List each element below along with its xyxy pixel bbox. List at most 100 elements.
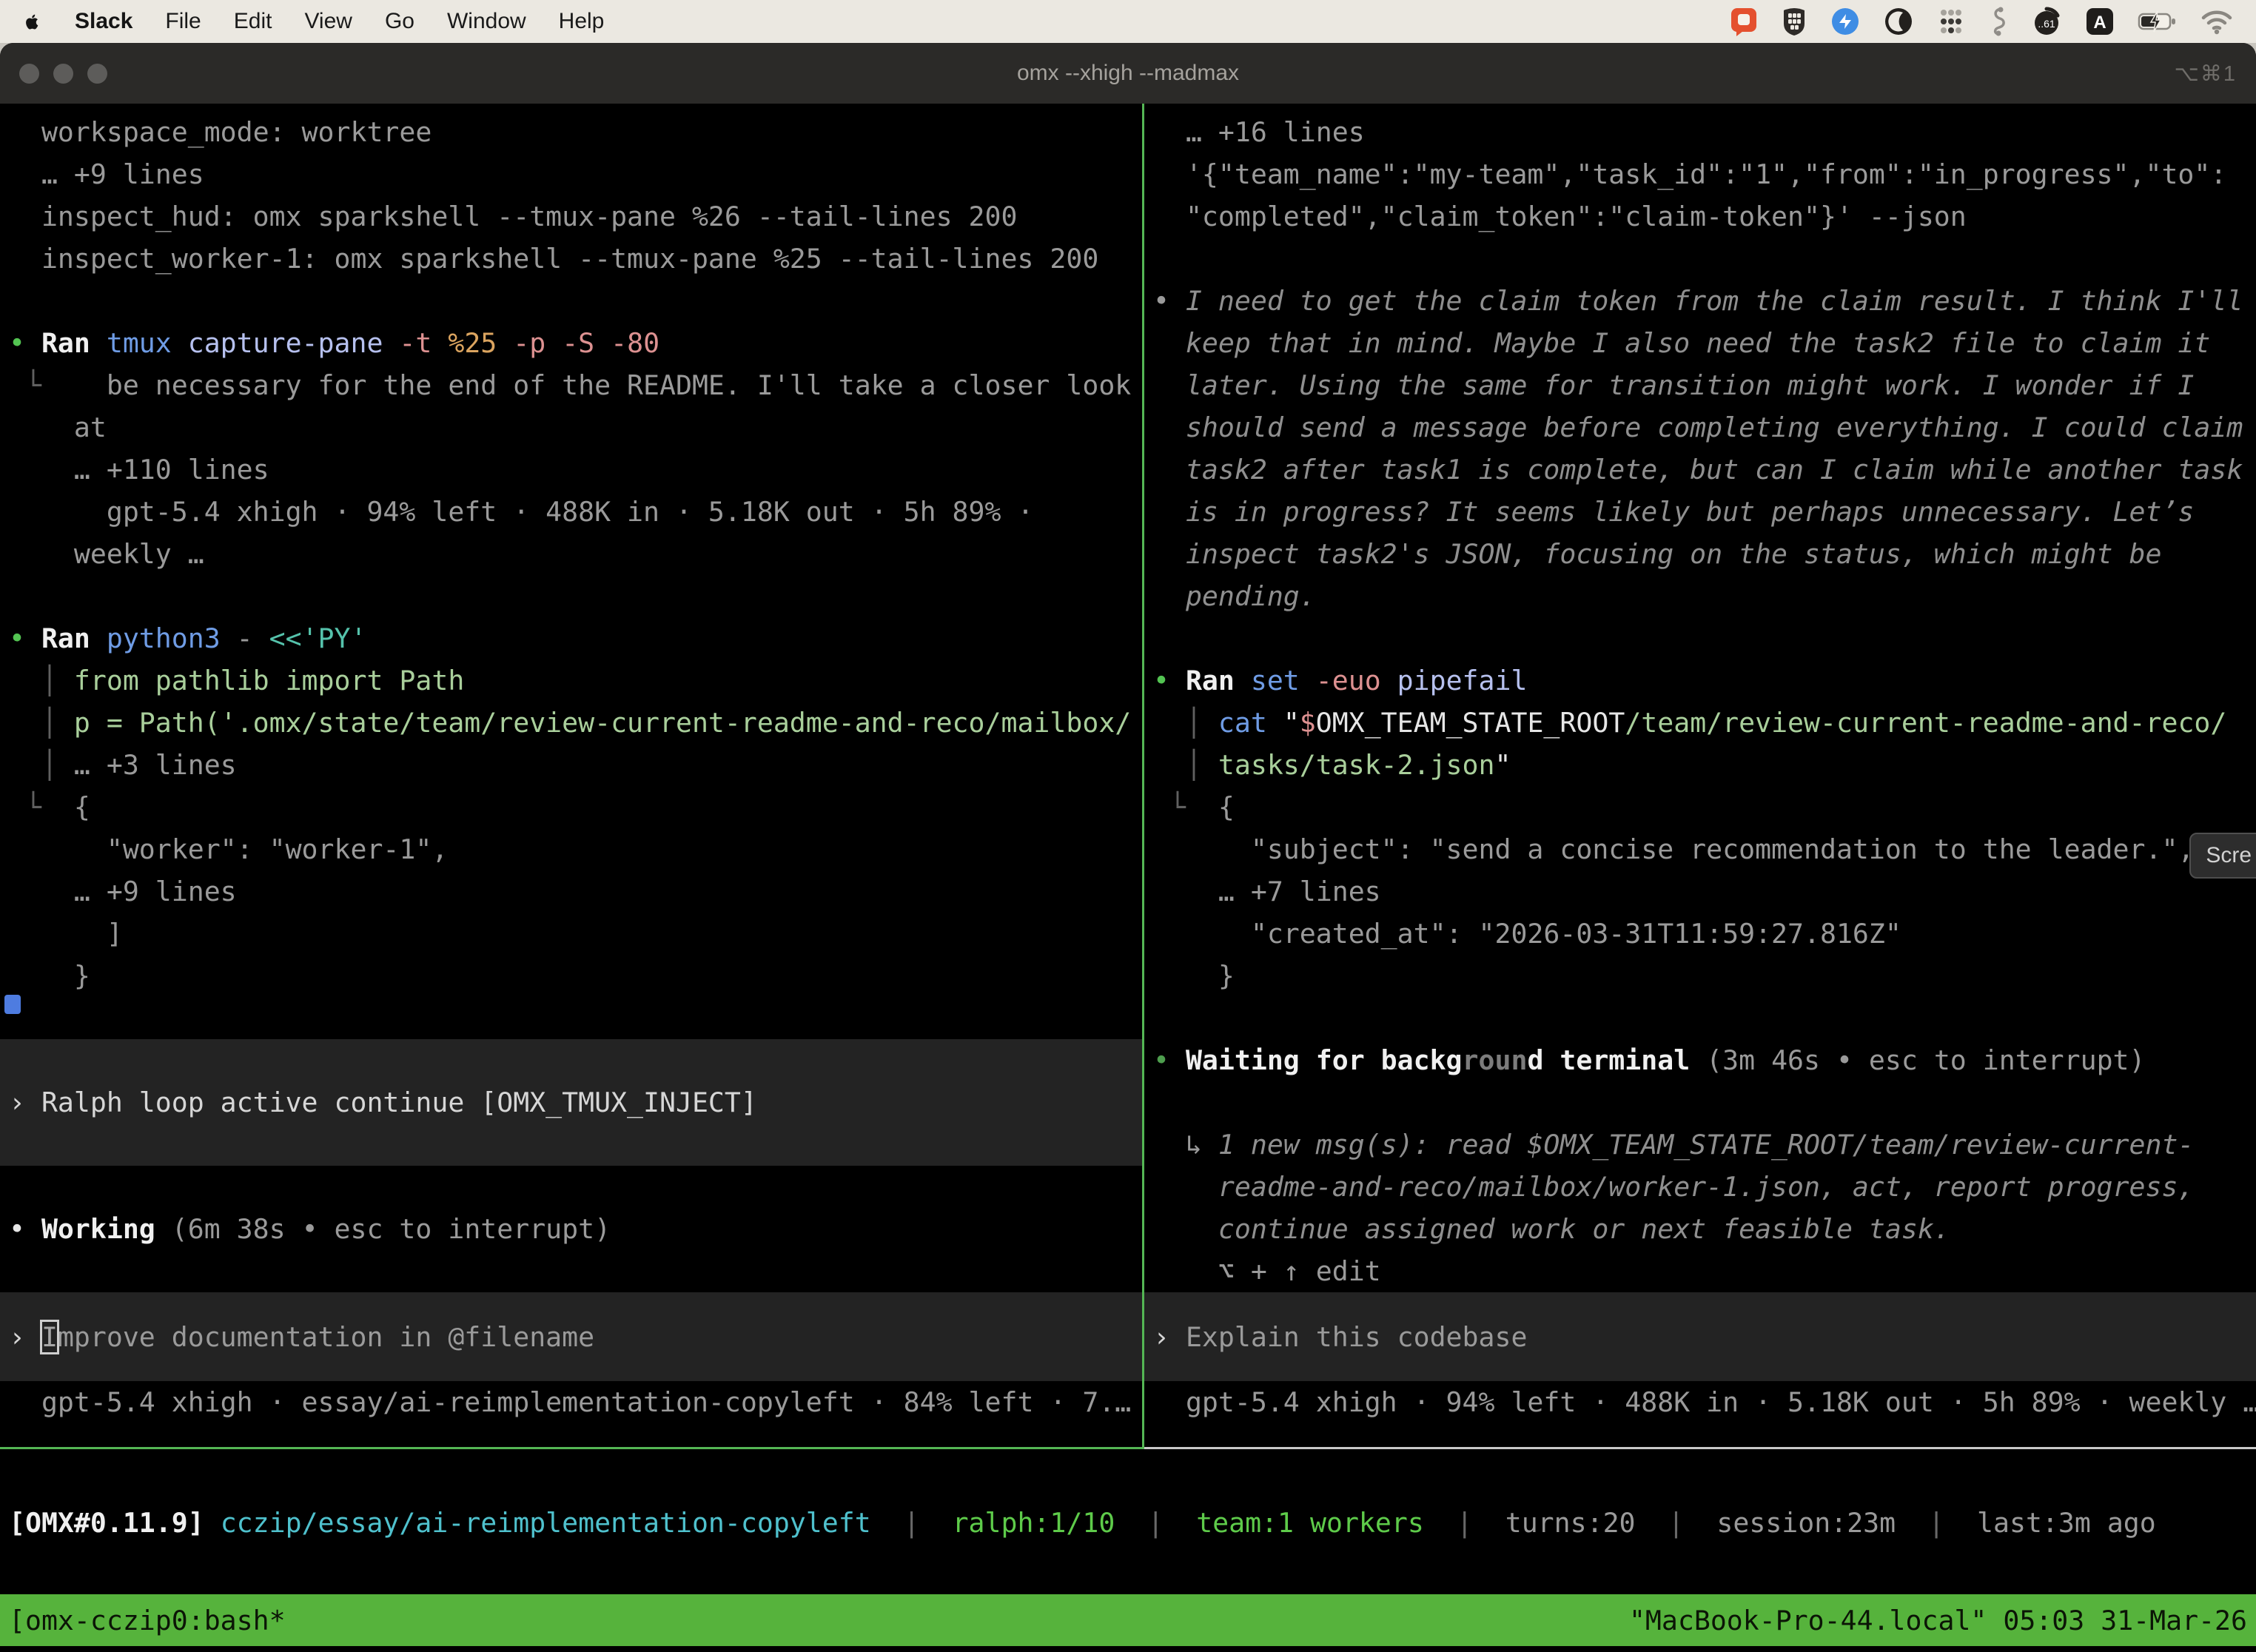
terminal-line: • I need to get the claim token from the… [1144, 280, 2256, 322]
zoom-window-button[interactable] [87, 64, 107, 84]
terminal-content: workspace_mode: worktree … +9 lines insp… [0, 104, 2256, 1652]
close-window-button[interactable] [19, 64, 39, 84]
menu-items: File Edit View Go Window Help [165, 9, 604, 34]
tmux-status-bar: [omx-cczip0:bash* "MacBook-Pro-44.local"… [0, 1594, 2256, 1646]
terminal-text: '{"team_name":"my-team","task_id":"1","f… [1153, 158, 2226, 190]
active-app-name[interactable]: Slack [75, 9, 132, 34]
terminal-text: /team/review-current-readme-and-reco/ [1625, 707, 2226, 739]
terminal-line: • Ran tmux capture-pane -t %25 -p -S -80 [0, 322, 1142, 364]
terminal-text: continue assigned work or next feasible … [1153, 1213, 1950, 1245]
terminal-text: "worker": "worker-1", [9, 833, 448, 865]
grid-shield-icon[interactable] [1781, 6, 1807, 37]
terminal-line: should send a message before completing … [1144, 406, 2256, 449]
terminal-text: mprove documentation in @filename [58, 1321, 594, 1353]
terminal-blank-line [0, 1250, 1142, 1292]
tmux-host-clock-label: "MacBook-Pro-44.local" 05:03 31-Mar-26 [1629, 1605, 2247, 1636]
chat-bubble-icon[interactable] [1729, 6, 1759, 37]
terminal-window: omx --xhigh --madmax ⌥⌘1 workspace_mode:… [0, 43, 2256, 1652]
terminal-text: <<'PY' [269, 622, 367, 654]
terminal-line: └ { [0, 786, 1142, 828]
terminal-line: … +9 lines [0, 870, 1142, 913]
menu-item-help[interactable]: Help [559, 9, 605, 34]
squiggle-icon[interactable] [1988, 6, 2009, 37]
moon-icon[interactable] [1883, 6, 1914, 37]
terminal-text: at [9, 412, 107, 443]
omx-status-area: [OMX#0.11.9] cczip/essay/ai-reimplementa… [0, 1449, 2256, 1594]
terminal-text: inspect_hud: omx sparkshell --tmux-pane … [9, 201, 1017, 232]
terminal-text: • [9, 327, 41, 359]
status-segment: team:1 workers [1196, 1507, 1424, 1539]
menu-item-edit[interactable]: Edit [234, 9, 272, 34]
terminal-text: gpt-5.4 xhigh · essay/ai-reimplementatio… [9, 1386, 1131, 1418]
terminal-line: inspect task2's JSON, focusing on the st… [1144, 533, 2256, 575]
terminal-blank-line [0, 1166, 1142, 1208]
terminal-text: │ [1153, 749, 1218, 781]
terminal-text: from pathlib import Path [74, 665, 464, 696]
terminal-text: -t [399, 327, 448, 359]
badge-61-icon[interactable]: ..61 [2031, 6, 2062, 37]
prompt-input[interactable]: › Improve documentation in @filename [0, 1292, 1142, 1381]
terminal-text: } [1153, 960, 1235, 992]
terminal-line: gpt-5.4 xhigh · 94% left · 488K in · 5.1… [0, 491, 1142, 533]
traffic-lights [19, 43, 107, 104]
blue-cursor-marker [4, 995, 21, 1014]
right-terminal-pane[interactable]: … +16 lines '{"team_name":"my-team","tas… [1144, 104, 2256, 1449]
terminal-text: { [1218, 791, 1235, 823]
terminal-text: readme-and-reco/mailbox/worker-1.json, a… [1153, 1171, 2194, 1203]
input-source-icon[interactable]: A [2084, 6, 2115, 37]
menu-item-file[interactable]: File [165, 9, 201, 34]
terminal-text: p = Path('.omx/state/team/review-current… [74, 707, 1131, 739]
status-segment: | [1896, 1507, 1977, 1539]
menu-item-window[interactable]: Window [447, 9, 526, 34]
terminal-text: " [1283, 707, 1300, 739]
terminal-text: › [9, 1087, 41, 1118]
status-segment: | [1115, 1507, 1196, 1539]
terminal-line: '{"team_name":"my-team","task_id":"1","f… [1144, 153, 2256, 195]
dots-grid-icon[interactable] [1936, 7, 1966, 36]
minimize-window-button[interactable] [53, 64, 73, 84]
terminal-line: "worker": "worker-1", [0, 828, 1142, 870]
terminal-text: pending. [1153, 580, 1316, 612]
terminal-line: later. Using the same for transition mig… [1144, 364, 2256, 406]
terminal-text: ↳ [1153, 1129, 1218, 1161]
terminal-text: set [1251, 665, 1316, 696]
terminal-text: Working [41, 1213, 172, 1245]
apple-menu-icon[interactable] [22, 10, 42, 34]
blue-flash-icon[interactable] [1830, 6, 1861, 37]
terminal-line: task2 after task1 is complete, but can I… [1144, 449, 2256, 491]
battery-icon[interactable] [2138, 6, 2178, 37]
window-title-bar[interactable]: omx --xhigh --madmax ⌥⌘1 [0, 43, 2256, 104]
terminal-text: keep that in mind. Maybe I also need the… [1153, 327, 2210, 359]
terminal-text: ] [9, 918, 123, 950]
terminal-text: (3m 46s • esc to interrupt) [1706, 1044, 2145, 1076]
terminal-text: pipefail [1397, 665, 1528, 696]
terminal-line: │ p = Path('.omx/state/team/review-curre… [0, 702, 1142, 744]
terminal-text: $ [1300, 707, 1316, 739]
terminal-text: python3 [107, 622, 237, 654]
terminal-line: … +9 lines [0, 153, 1142, 195]
terminal-text: inspect_worker-1: omx sparkshell --tmux-… [9, 243, 1098, 275]
terminal-line: ] [0, 913, 1142, 955]
menu-item-go[interactable]: Go [385, 9, 414, 34]
terminal-line: … +7 lines [1144, 870, 2256, 913]
terminal-text: " [1494, 749, 1511, 781]
status-segment: turns:20 [1505, 1507, 1636, 1539]
terminal-text: %25 [448, 327, 513, 359]
terminal-text: … +7 lines [1153, 876, 1381, 907]
window-title: omx --xhigh --madmax [1017, 61, 1239, 86]
left-terminal-pane[interactable]: workspace_mode: worktree … +9 lines insp… [0, 104, 1142, 1449]
terminal-text: workspace_mode: worktree [9, 116, 432, 148]
terminal-text: { [74, 791, 90, 823]
terminal-text: inspect task2's JSON, focusing on the st… [1153, 538, 2161, 570]
terminal-text: -euo [1316, 665, 1397, 696]
terminal-blank-line [1144, 997, 2256, 1039]
menu-item-view[interactable]: View [304, 9, 352, 34]
terminal-text: … +9 lines [9, 158, 204, 190]
terminal-text: should send a message before completing … [1153, 412, 2243, 443]
wifi-icon[interactable] [2200, 7, 2234, 36]
terminal-text: gpt-5.4 xhigh · 94% left · 488K in · 5.1… [1153, 1386, 2256, 1418]
suggestion-input[interactable]: › Explain this codebase [1144, 1292, 2256, 1381]
status-segment: session:23m [1716, 1507, 1896, 1539]
terminal-line: is in progress? It seems likely but perh… [1144, 491, 2256, 533]
terminal-line: └ be necessary for the end of the README… [0, 364, 1142, 406]
